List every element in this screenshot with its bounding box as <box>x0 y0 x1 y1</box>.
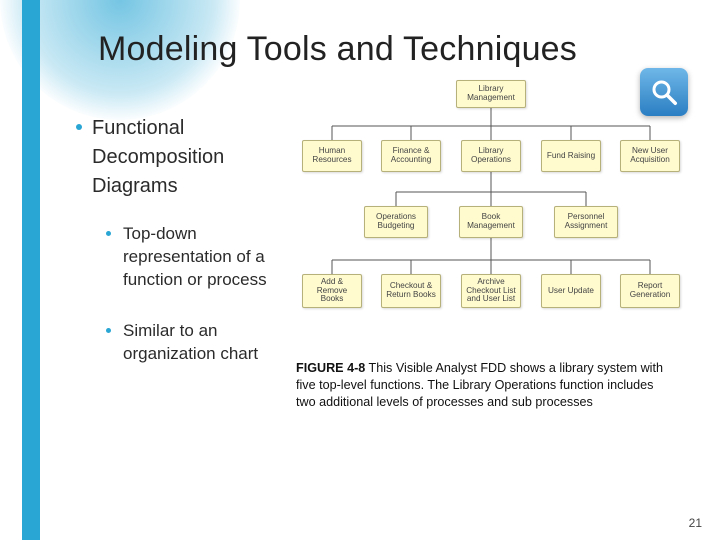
node-l1: Library Operations <box>461 140 521 172</box>
bullet-level2-text: Similar to an organization chart <box>123 320 273 366</box>
figure: Library Management Human Resources Finan… <box>296 70 686 340</box>
node-l1: Finance & Accounting <box>381 140 441 172</box>
node-l3: Add & Remove Books <box>302 274 362 308</box>
page-number: 21 <box>689 516 702 530</box>
node-l2: Personnel Assignment <box>554 206 618 238</box>
bullet-content: Functional Decomposition Diagrams Top-do… <box>76 114 286 394</box>
bullet-dot-icon <box>76 124 82 130</box>
node-l2: Book Management <box>459 206 523 238</box>
accent-bar <box>22 0 40 540</box>
node-l3: User Update <box>541 274 601 308</box>
node-l1: Fund Raising <box>541 140 601 172</box>
slide-title: Modeling Tools and Techniques <box>98 30 577 69</box>
node-l3: Report Generation <box>620 274 680 308</box>
node-l2: Operations Budgeting <box>364 206 428 238</box>
bullet-dot-icon <box>106 231 111 236</box>
bullet-level2-list: Top-down representation of a function or… <box>106 223 286 366</box>
bullet-level2-text: Top-down representation of a function or… <box>123 223 273 292</box>
node-l1: New User Acquisition <box>620 140 680 172</box>
slide: Modeling Tools and Techniques Functional… <box>0 0 720 540</box>
bullet-dot-icon <box>106 328 111 333</box>
magnifier-icon <box>640 68 688 116</box>
node-l3: Checkout & Return Books <box>381 274 441 308</box>
bullet-level1-text: Functional Decomposition Diagrams <box>92 114 286 201</box>
figure-caption-label: FIGURE 4-8 <box>296 361 365 375</box>
node-root: Library Management <box>456 80 526 108</box>
list-item: Similar to an organization chart <box>106 320 286 366</box>
bullet-level1: Functional Decomposition Diagrams <box>76 114 286 201</box>
node-l1: Human Resources <box>302 140 362 172</box>
list-item: Top-down representation of a function or… <box>106 223 286 292</box>
node-l3: Archive Checkout List and User List <box>461 274 521 308</box>
fdd-diagram: Library Management Human Resources Finan… <box>296 70 686 340</box>
figure-caption: FIGURE 4-8 This Visible Analyst FDD show… <box>296 360 676 411</box>
